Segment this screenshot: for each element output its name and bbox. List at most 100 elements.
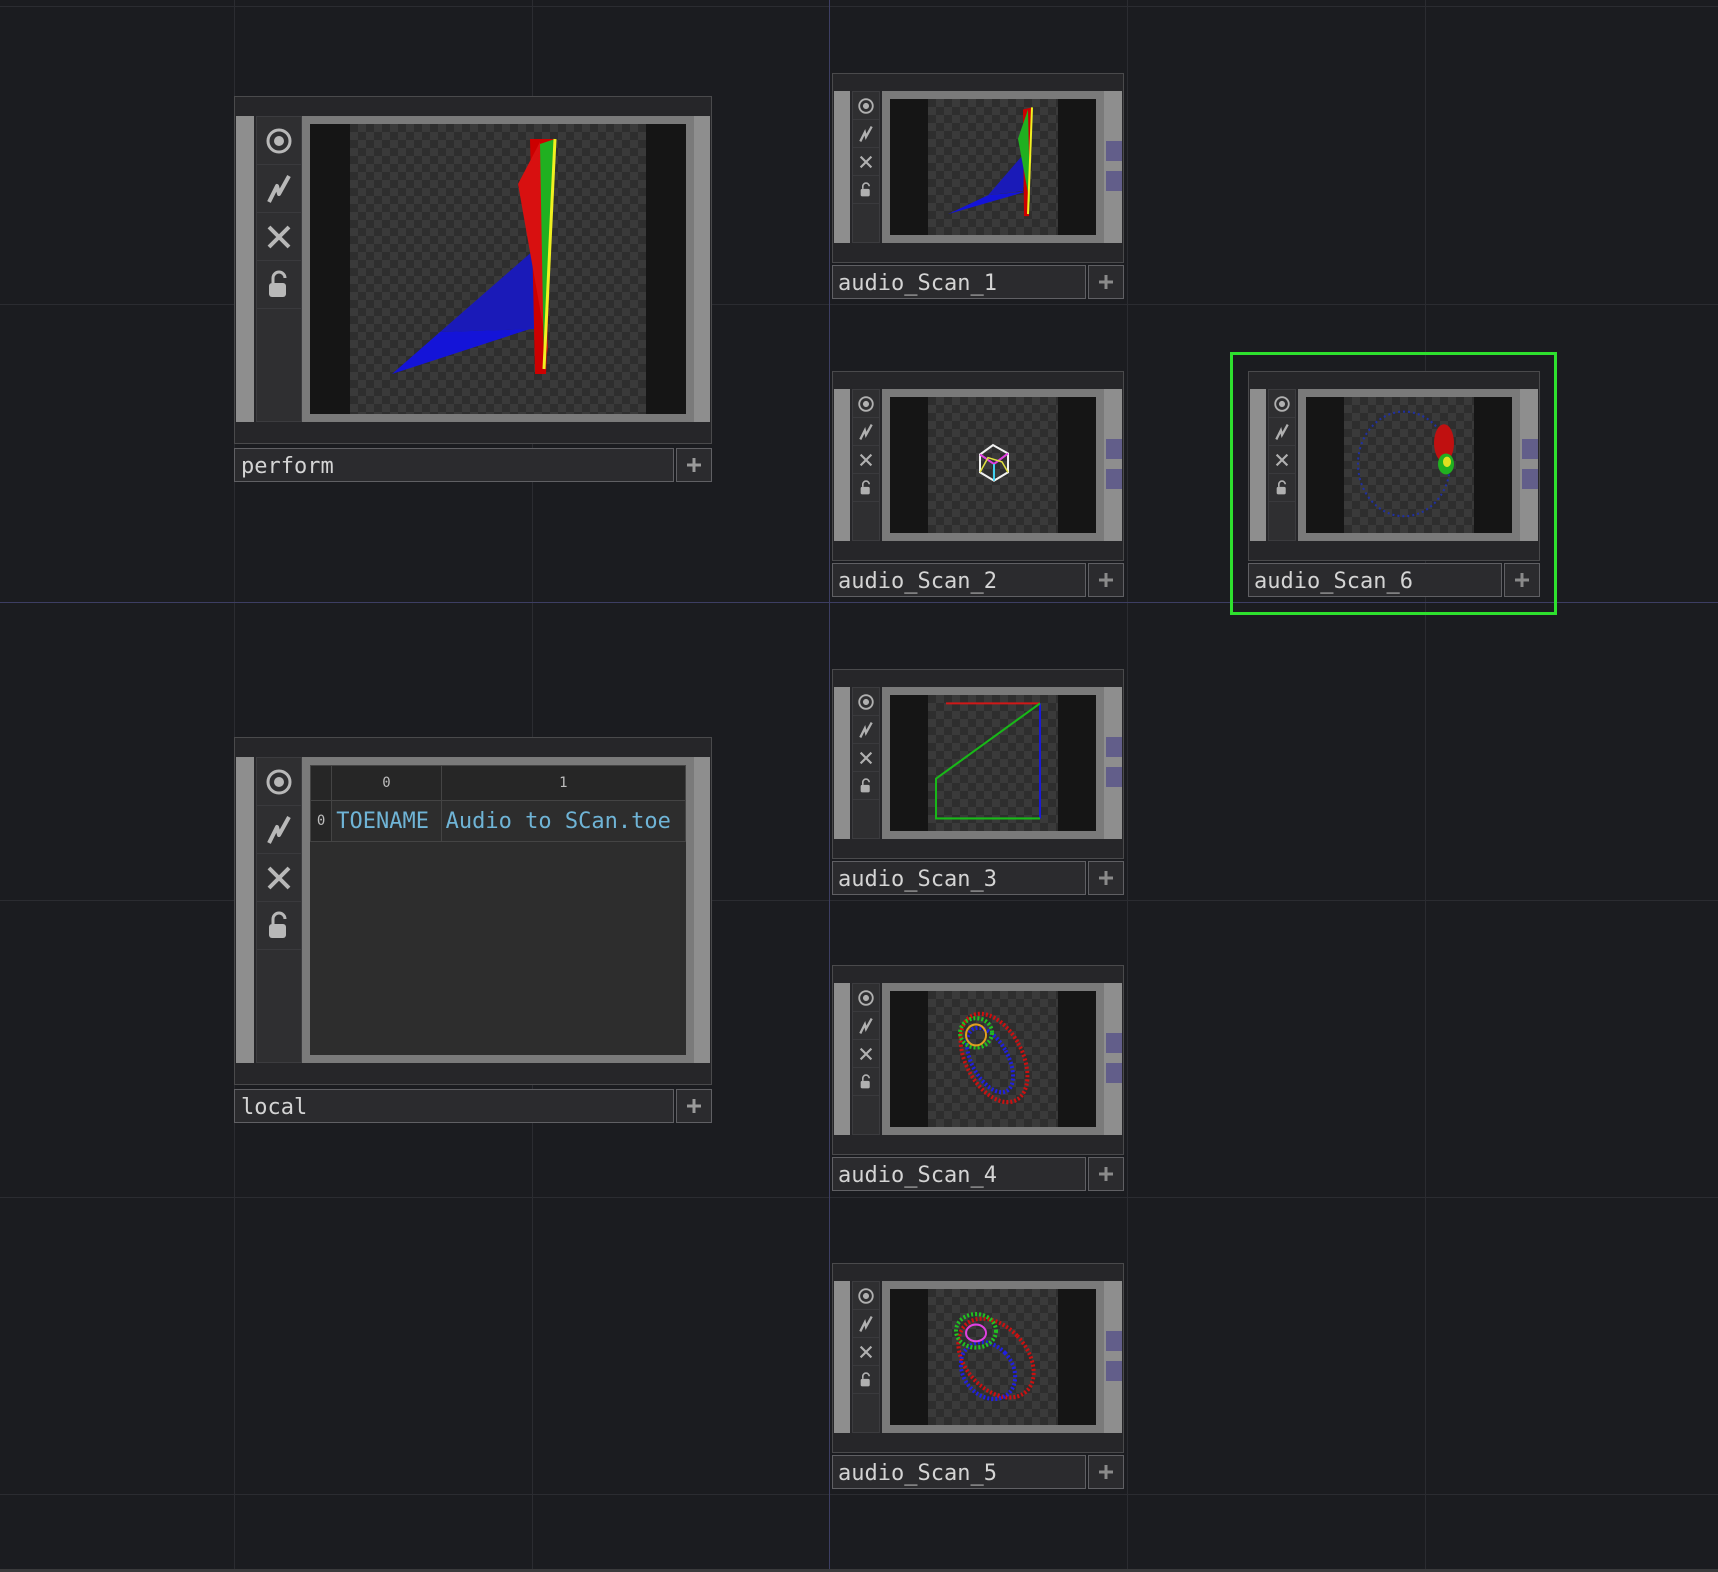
output-connector[interactable] — [1522, 439, 1538, 459]
node-output-strip — [1520, 389, 1538, 541]
output-connector[interactable] — [1522, 469, 1538, 489]
viewer-active-icon[interactable] — [853, 92, 879, 120]
node-audio-scan-2[interactable]: audio_Scan_2 — [832, 371, 1126, 598]
node-viewer[interactable]: 0 1 0 TOENAME Audio to SCan.toe — [302, 757, 694, 1063]
table-col-header: 1 — [440, 765, 686, 801]
cook-off-icon[interactable] — [257, 854, 301, 902]
bypass-icon[interactable] — [257, 806, 301, 854]
node-viewer[interactable] — [1298, 389, 1520, 541]
node-add-icon[interactable] — [1504, 563, 1540, 597]
cook-off-icon[interactable] — [853, 744, 879, 772]
output-connector[interactable] — [1106, 737, 1122, 757]
node-name[interactable]: audio_Scan_2 — [832, 563, 1086, 597]
node-viewer[interactable] — [882, 1281, 1104, 1433]
node-name[interactable]: audio_Scan_3 — [832, 861, 1086, 895]
node-add-icon[interactable] — [676, 1089, 712, 1123]
output-connector[interactable] — [1106, 767, 1122, 787]
table-row-header: 0 — [310, 800, 333, 842]
node-name[interactable]: audio_Scan_6 — [1248, 563, 1502, 597]
node-flags — [852, 983, 880, 1135]
node-flags — [852, 1281, 880, 1433]
cook-off-icon[interactable] — [853, 1338, 879, 1366]
node-audio-scan-4[interactable]: audio_Scan_4 — [832, 965, 1126, 1192]
node-viewer[interactable] — [302, 116, 694, 422]
node-add-icon[interactable] — [1088, 1455, 1124, 1489]
output-connector[interactable] — [1106, 141, 1122, 161]
viewer-active-icon[interactable] — [1269, 390, 1295, 418]
node-add-icon[interactable] — [1088, 861, 1124, 895]
table-view: 0 1 0 TOENAME Audio to SCan.toe — [310, 765, 686, 1055]
preview-render — [928, 1289, 1058, 1425]
preview-render — [928, 397, 1058, 533]
bypass-icon[interactable] — [1269, 418, 1295, 446]
node-add-icon[interactable] — [676, 448, 712, 482]
node-input-strip — [834, 687, 850, 839]
node-name[interactable]: audio_Scan_5 — [832, 1455, 1086, 1489]
node-perform[interactable]: perform — [234, 96, 712, 484]
grid-line — [1127, 0, 1128, 1572]
viewer-active-icon[interactable] — [257, 117, 301, 165]
node-name[interactable]: audio_Scan_1 — [832, 265, 1086, 299]
grid-line — [0, 6, 1718, 7]
lock-icon[interactable] — [1269, 474, 1295, 502]
lock-icon[interactable] — [853, 1366, 879, 1394]
node-flags — [1268, 389, 1296, 541]
output-connector[interactable] — [1106, 1331, 1122, 1351]
lock-icon[interactable] — [853, 176, 879, 204]
node-audio-scan-3[interactable]: audio_Scan_3 — [832, 669, 1126, 896]
table-row: 0 TOENAME Audio to SCan.toe — [310, 800, 686, 842]
lock-icon[interactable] — [257, 902, 301, 950]
lock-icon[interactable] — [853, 772, 879, 800]
viewer-active-icon[interactable] — [257, 758, 301, 806]
node-add-icon[interactable] — [1088, 265, 1124, 299]
node-output-strip — [1104, 983, 1122, 1135]
node-add-icon[interactable] — [1088, 563, 1124, 597]
cook-off-icon[interactable] — [853, 446, 879, 474]
node-name[interactable]: audio_Scan_4 — [832, 1157, 1086, 1191]
viewer-active-icon[interactable] — [853, 390, 879, 418]
cook-off-icon[interactable] — [853, 148, 879, 176]
output-connector[interactable] — [1106, 1033, 1122, 1053]
table-corner — [310, 765, 333, 801]
output-connector[interactable] — [1106, 171, 1122, 191]
node-output-strip — [694, 116, 710, 422]
viewer-active-icon[interactable] — [853, 688, 879, 716]
bypass-icon[interactable] — [257, 165, 301, 213]
origin-axis-vertical — [829, 0, 830, 1572]
bypass-icon[interactable] — [853, 418, 879, 446]
node-audio-scan-6[interactable]: audio_Scan_6 — [1248, 371, 1542, 598]
node-audio-scan-5[interactable]: audio_Scan_5 — [832, 1263, 1126, 1490]
output-connector[interactable] — [1106, 1361, 1122, 1381]
node-viewer[interactable] — [882, 91, 1104, 243]
preview-render — [928, 695, 1058, 831]
output-connector[interactable] — [1106, 469, 1122, 489]
viewer-active-icon[interactable] — [853, 984, 879, 1012]
lock-icon[interactable] — [257, 261, 301, 309]
node-audio-scan-1[interactable]: audio_Scan_1 — [832, 73, 1126, 300]
bypass-icon[interactable] — [853, 1012, 879, 1040]
node-viewer[interactable] — [882, 983, 1104, 1135]
node-input-strip — [834, 1281, 850, 1433]
lock-icon[interactable] — [853, 1068, 879, 1096]
node-viewer[interactable] — [882, 389, 1104, 541]
node-local[interactable]: 0 1 0 TOENAME Audio to SCan.toe local — [234, 737, 712, 1125]
viewer-active-icon[interactable] — [853, 1282, 879, 1310]
node-add-icon[interactable] — [1088, 1157, 1124, 1191]
bypass-icon[interactable] — [853, 1310, 879, 1338]
cook-off-icon[interactable] — [257, 213, 301, 261]
node-name[interactable]: local — [234, 1089, 674, 1123]
preview-render — [350, 124, 646, 414]
bypass-icon[interactable] — [853, 716, 879, 744]
network-editor[interactable]: perform 0 1 0 TOENAME Audio to SCan.toe … — [0, 0, 1718, 1572]
node-output-strip — [1104, 389, 1122, 541]
node-name[interactable]: perform — [234, 448, 674, 482]
node-flags — [852, 91, 880, 243]
output-connector[interactable] — [1106, 439, 1122, 459]
node-flags — [852, 687, 880, 839]
bypass-icon[interactable] — [853, 120, 879, 148]
node-viewer[interactable] — [882, 687, 1104, 839]
lock-icon[interactable] — [853, 474, 879, 502]
cook-off-icon[interactable] — [853, 1040, 879, 1068]
cook-off-icon[interactable] — [1269, 446, 1295, 474]
output-connector[interactable] — [1106, 1063, 1122, 1083]
